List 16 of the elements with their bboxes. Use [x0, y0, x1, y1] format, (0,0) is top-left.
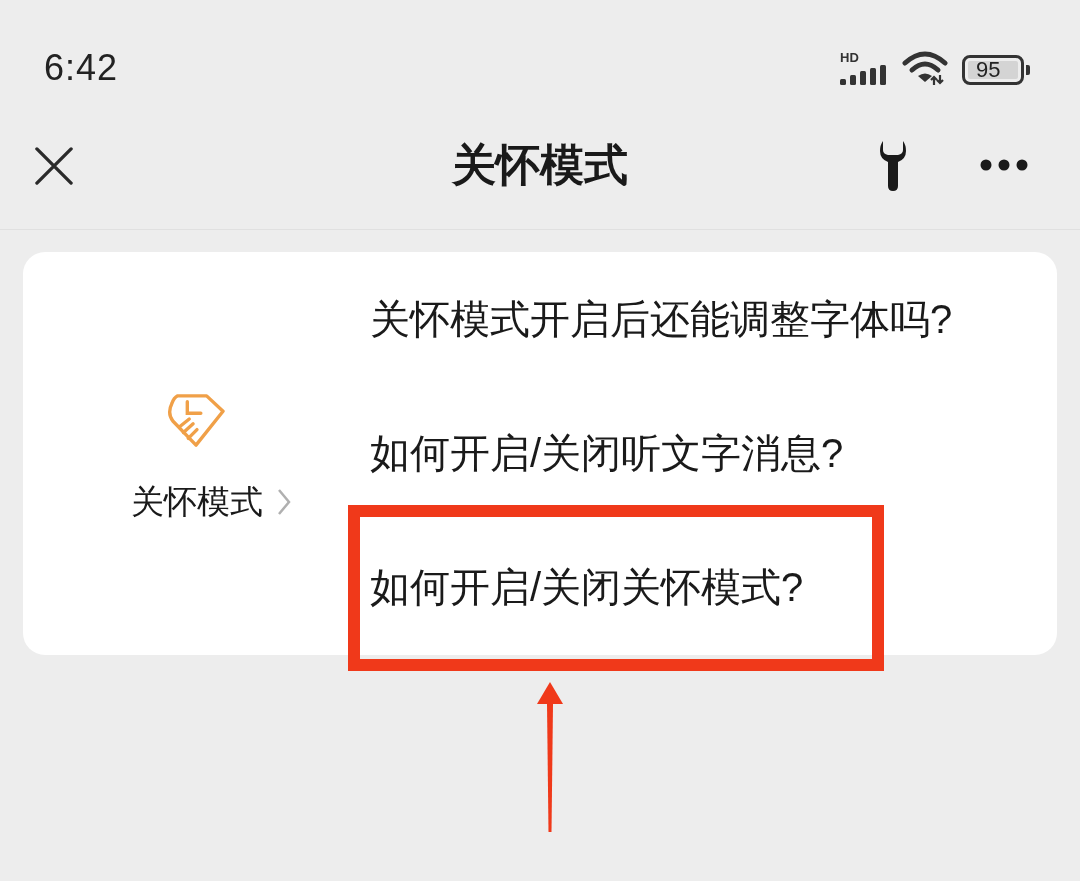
network-label: HD — [840, 51, 859, 64]
question-link[interactable]: 关怀模式开启后还能调整字体吗? — [370, 295, 953, 343]
heart-hand-icon — [165, 391, 226, 448]
feature-link[interactable]: 关怀模式 — [130, 481, 291, 522]
close-icon — [35, 147, 73, 185]
more-icon — [980, 159, 1028, 171]
wifi-icon — [902, 51, 948, 85]
chevron-icon — [276, 487, 291, 516]
header-title: 关怀模式 — [452, 142, 628, 187]
question-link[interactable]: 如何开启/关闭听文字消息? — [370, 429, 844, 477]
close-button[interactable] — [34, 146, 74, 186]
battery-percentage: 95 — [968, 61, 1018, 79]
signal-icon — [840, 65, 888, 85]
status-time: 6:42 — [44, 50, 119, 86]
wrench-icon — [880, 139, 906, 191]
question-link[interactable]: 如何开启/关闭关怀模式? — [370, 563, 804, 611]
